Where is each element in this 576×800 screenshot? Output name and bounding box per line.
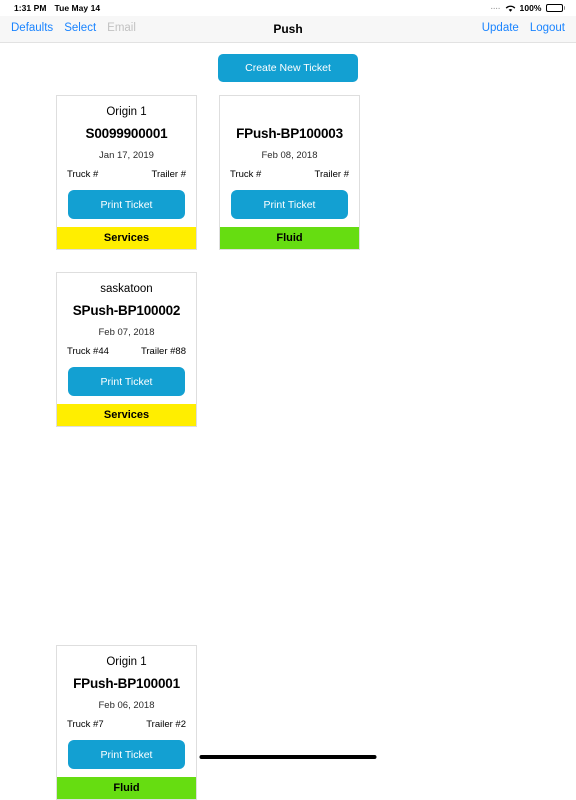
status-bar-right: .... 100% [491,3,565,13]
ticket-units: Truck #44 Trailer #88 [64,346,189,357]
ticket-category-badge: Services [57,227,196,249]
ticket-card[interactable]: Origin 1 S0099900001 Jan 17, 2019 Truck # Tr… [56,95,197,250]
ticket-origin: saskatoon [100,283,153,295]
ticket-truck-label: Truck # [230,169,262,180]
ticket-trailer-label: Trailer # [314,169,350,180]
ticket-date: Feb 06, 2018 [98,700,155,711]
ticket-origin: Origin 1 [106,106,147,118]
nav-left-group: Defaults Select Email [0,23,136,35]
ticket-card-body: FPush-BP100003 Feb 08, 2018 Truck # Trailer… [220,96,359,227]
status-bar-left: 1:31 PM Tue May 14 [14,3,100,13]
nav-right-group: Update Logout [482,23,576,35]
grid-row-spacer [56,449,520,623]
ticket-grid: Origin 1 S0099900001 Jan 17, 2019 Truck # Tr… [0,95,576,800]
ticket-date: Feb 08, 2018 [261,150,318,161]
print-ticket-button[interactable]: Print Ticket [68,740,185,769]
ticket-number: FPush-BP100003 [236,126,343,141]
ticket-number: FPush-BP100001 [73,676,180,691]
main-content: Create New Ticket Origin 1 S0099900001 Jan… [0,43,576,800]
ticket-units: Truck #7 Trailer #2 [64,719,189,730]
ticket-number: S0099900001 [85,126,168,141]
home-indicator [199,755,377,759]
battery-icon [545,4,565,12]
navigation-bar: Defaults Select Email Push Update Logout [0,16,576,43]
battery-percent-label: 100% [519,3,542,13]
ticket-units: Truck # Trailer # [227,169,352,180]
ticket-trailer-label: Trailer # [151,169,187,180]
ticket-truck-label: Truck #7 [67,719,104,730]
ticket-card[interactable]: FPush-BP100003 Feb 08, 2018 Truck # Trailer… [219,95,360,250]
ticket-truck-label: Truck # [67,169,99,180]
ticket-card[interactable]: Origin 1 FPush-BP100001 Feb 06, 2018 Truck … [56,645,197,800]
ticket-card[interactable]: saskatoon SPush-BP100002 Feb 07, 2018 Truck… [56,272,197,427]
print-ticket-button[interactable]: Print Ticket [68,367,185,396]
status-bar-time: 1:31 PM [14,3,47,13]
create-new-ticket-button[interactable]: Create New Ticket [218,54,358,82]
print-ticket-button[interactable]: Print Ticket [68,190,185,219]
defaults-button[interactable]: Defaults [11,23,53,35]
ticket-units: Truck # Trailer # [64,169,189,180]
status-bar-date: Tue May 14 [54,3,101,13]
ticket-card-body: Origin 1 FPush-BP100001 Feb 06, 2018 Truck … [57,646,196,777]
ticket-card-body: Origin 1 S0099900001 Jan 17, 2019 Truck # Tr… [57,96,196,227]
update-button[interactable]: Update [482,23,519,35]
status-bar: 1:31 PM Tue May 14 .... 100% [0,0,576,16]
ticket-truck-label: Truck #44 [67,346,109,357]
signal-dots-icon: .... [490,3,501,11]
ticket-trailer-label: Trailer #2 [146,719,186,730]
select-button[interactable]: Select [64,23,96,35]
ticket-category-badge: Fluid [220,227,359,249]
ticket-category-badge: Fluid [57,777,196,799]
ticket-number: SPush-BP100002 [72,303,181,318]
logout-button[interactable]: Logout [530,23,565,35]
wifi-icon [505,4,516,13]
print-ticket-button[interactable]: Print Ticket [231,190,348,219]
ticket-date: Feb 07, 2018 [98,327,155,338]
ticket-trailer-label: Trailer #88 [140,346,186,357]
ticket-card-body: saskatoon SPush-BP100002 Feb 07, 2018 Truck… [57,273,196,404]
create-ticket-row: Create New Ticket [0,43,576,82]
ticket-date: Jan 17, 2019 [99,150,154,161]
ticket-category-badge: Services [57,404,196,426]
ticket-origin: Origin 1 [106,656,147,668]
email-button: Email [107,22,136,35]
